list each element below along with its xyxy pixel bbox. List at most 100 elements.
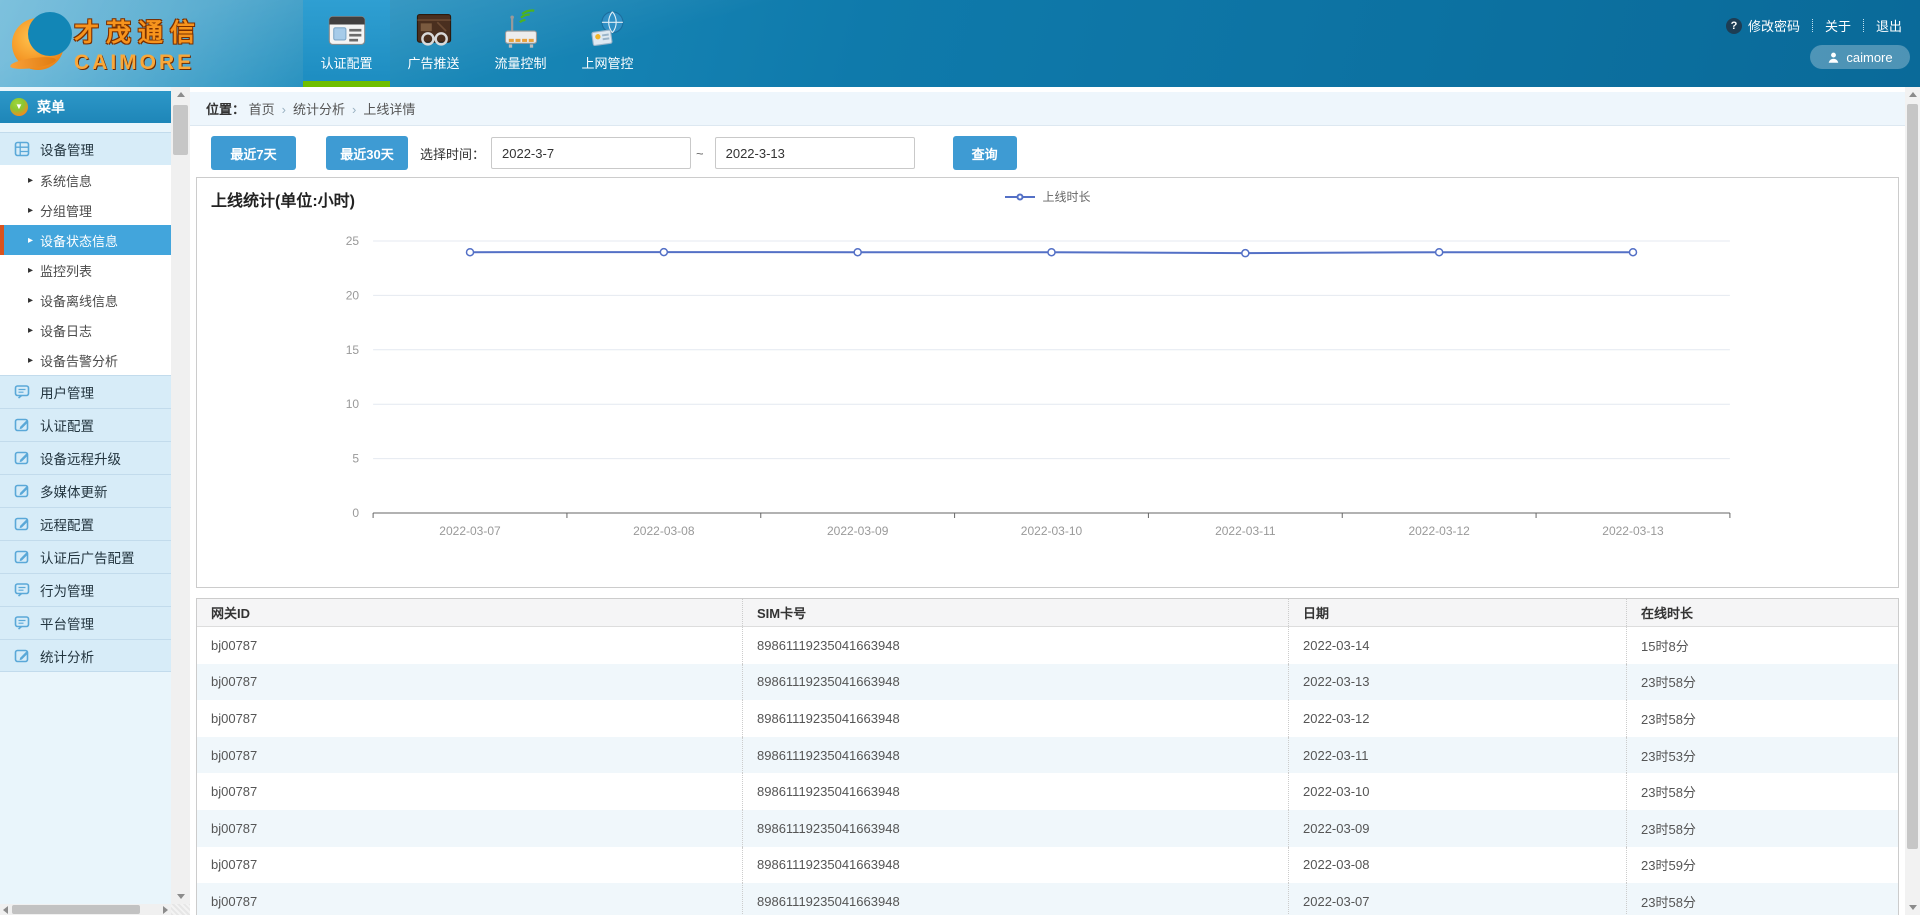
- table-row: bj00787898611192350416639482022-03-0923时…: [197, 810, 1898, 847]
- table-cell: 89861119235041663948: [742, 847, 1288, 884]
- sidebar-subitem-2[interactable]: ▸分组管理: [0, 195, 171, 225]
- table-cell: bj00787: [197, 810, 742, 847]
- sidebar-subitem-3[interactable]: ▸设备状态信息: [0, 225, 171, 255]
- scroll-left-icon[interactable]: [0, 904, 11, 915]
- sidebar-scrollbar-thumb[interactable]: [173, 105, 188, 155]
- table-cell: bj00787: [197, 627, 742, 664]
- time-range-label: 选择时间：: [420, 144, 485, 163]
- table-cell: bj00787: [197, 737, 742, 774]
- sidebar-subitem-1[interactable]: ▸系统信息: [0, 165, 171, 195]
- logout-link[interactable]: 退出: [1876, 16, 1902, 35]
- sidebar-subitem-5[interactable]: ▸设备离线信息: [0, 285, 171, 315]
- sidebar-item-11[interactable]: 多媒体更新: [0, 474, 171, 507]
- table-cell: 23时58分: [1626, 810, 1898, 847]
- svg-text:15: 15: [346, 343, 360, 357]
- sidebar-item-label: 系统信息: [40, 171, 92, 190]
- column-header-0: 网关ID: [197, 599, 742, 626]
- sidebar-item-10[interactable]: 设备远程升级: [0, 441, 171, 474]
- scroll-down-icon[interactable]: [171, 889, 190, 904]
- table-row: bj00787898611192350416639482022-03-0723时…: [197, 883, 1898, 915]
- breadcrumb-label: 位置：: [206, 99, 245, 118]
- about-link[interactable]: 关于: [1825, 16, 1851, 35]
- sidebar-item-12[interactable]: 远程配置: [0, 507, 171, 540]
- scroll-right-icon[interactable]: [160, 904, 171, 915]
- sidebar-item-label: 统计分析: [40, 646, 94, 666]
- filter-bar: 最近7天 最近30天 选择时间： ~ 查询: [190, 135, 1905, 171]
- end-date-input[interactable]: [715, 137, 915, 169]
- sidebar-item-13[interactable]: 认证后广告配置: [0, 540, 171, 573]
- menu-toggle-icon: ▼: [10, 98, 28, 116]
- scrollbar-corner: [171, 904, 190, 915]
- svg-text:0: 0: [352, 506, 359, 520]
- last-30-days-button[interactable]: 最近30天: [326, 136, 408, 170]
- svg-text:2022-03-10: 2022-03-10: [1021, 524, 1083, 538]
- chat-icon: [14, 615, 30, 631]
- username-label: caimore: [1846, 50, 1892, 65]
- sidebar-item-16[interactable]: 统计分析: [0, 639, 171, 672]
- sidebar-menu-header[interactable]: ▼ 菜单: [0, 91, 171, 123]
- caret-right-icon: ▸: [28, 355, 33, 366]
- breadcrumb-separator-icon: ›: [282, 102, 286, 117]
- horizontal-scrollbar-thumb[interactable]: [12, 905, 140, 914]
- nav-tab-label: 流量控制: [477, 53, 564, 72]
- help-icon[interactable]: ?: [1726, 18, 1742, 34]
- svg-text:2022-03-08: 2022-03-08: [633, 524, 695, 538]
- caret-right-icon: ▸: [28, 205, 33, 216]
- sidebar-horizontal-scrollbar[interactable]: [0, 904, 171, 915]
- nav-tab-label: 上网管控: [564, 53, 651, 72]
- sidebar-item-label: 认证后广告配置: [40, 547, 135, 567]
- online-duration-table: 网关IDSIM卡号日期在线时长 bj0078789861119235041663…: [196, 598, 1899, 915]
- table-cell: 89861119235041663948: [742, 700, 1288, 737]
- svg-text:2022-03-12: 2022-03-12: [1408, 524, 1470, 538]
- primary-nav: 认证配置广告推送流量控制上网管控: [303, 0, 651, 87]
- page-vertical-scrollbar[interactable]: [1905, 87, 1920, 915]
- page-scrollbar-thumb[interactable]: [1907, 104, 1918, 849]
- sidebar-item-label: 设备日志: [40, 321, 92, 340]
- table-cell: 2022-03-14: [1288, 627, 1626, 664]
- change-password-link[interactable]: 修改密码: [1748, 16, 1800, 35]
- start-date-input[interactable]: [491, 137, 691, 169]
- sidebar-item-label: 设备离线信息: [40, 291, 118, 310]
- svg-text:10: 10: [346, 397, 360, 411]
- nav-tab-ad-push[interactable]: 广告推送: [390, 0, 477, 87]
- sidebar-item-8[interactable]: 用户管理: [0, 375, 171, 408]
- sidebar-item-15[interactable]: 平台管理: [0, 606, 171, 639]
- menu-header-label: 菜单: [37, 91, 65, 123]
- sidebar-item-9[interactable]: 认证配置: [0, 408, 171, 441]
- sidebar-item-0[interactable]: 设备管理: [0, 132, 171, 165]
- svg-text:2022-03-11: 2022-03-11: [1215, 524, 1276, 538]
- sidebar-item-label: 设备告警分析: [40, 351, 118, 370]
- nav-tab-auth-config[interactable]: 认证配置: [303, 0, 390, 87]
- table-row: bj00787898611192350416639482022-03-0823时…: [197, 847, 1898, 884]
- table-cell: 23时58分: [1626, 664, 1898, 701]
- scroll-up-icon[interactable]: [171, 87, 190, 102]
- scroll-down-icon[interactable]: [1905, 900, 1920, 915]
- scroll-up-icon[interactable]: [1905, 87, 1920, 102]
- sidebar-subitem-6[interactable]: ▸设备日志: [0, 315, 171, 345]
- breadcrumb-item-1[interactable]: 统计分析: [293, 102, 345, 117]
- table-row: bj00787898611192350416639482022-03-1323时…: [197, 664, 1898, 701]
- brand-subtitle: CAIMORE: [74, 51, 202, 75]
- nav-tab-traffic-control[interactable]: 流量控制: [477, 0, 564, 87]
- sidebar-vertical-scrollbar[interactable]: [171, 87, 190, 904]
- table-cell: 2022-03-12: [1288, 700, 1626, 737]
- breadcrumb-item-2[interactable]: 上线详情: [363, 102, 415, 117]
- last-7-days-button[interactable]: 最近7天: [211, 136, 296, 170]
- sidebar-item-14[interactable]: 行为管理: [0, 573, 171, 606]
- breadcrumb: 位置： 首页›统计分析›上线详情: [190, 92, 1905, 126]
- caimore-moon-logo-icon: [12, 18, 64, 70]
- table-cell: 23时58分: [1626, 883, 1898, 915]
- breadcrumb-item-0[interactable]: 首页: [249, 102, 275, 117]
- svg-text:2022-03-07: 2022-03-07: [439, 524, 501, 538]
- nav-tab-internet-control[interactable]: 上网管控: [564, 0, 651, 87]
- user-pill[interactable]: caimore: [1810, 45, 1910, 69]
- query-button[interactable]: 查询: [953, 136, 1017, 170]
- column-header-2: 日期: [1288, 599, 1626, 626]
- sidebar-subitem-4[interactable]: ▸监控列表: [0, 255, 171, 285]
- table-cell: 23时58分: [1626, 773, 1898, 810]
- svg-text:25: 25: [346, 234, 360, 248]
- nav-tab-label: 广告推送: [390, 53, 477, 72]
- table-cell: 89861119235041663948: [742, 810, 1288, 847]
- nav-tab-label: 认证配置: [303, 53, 390, 72]
- sidebar-subitem-7[interactable]: ▸ 设备告警分析: [0, 345, 171, 375]
